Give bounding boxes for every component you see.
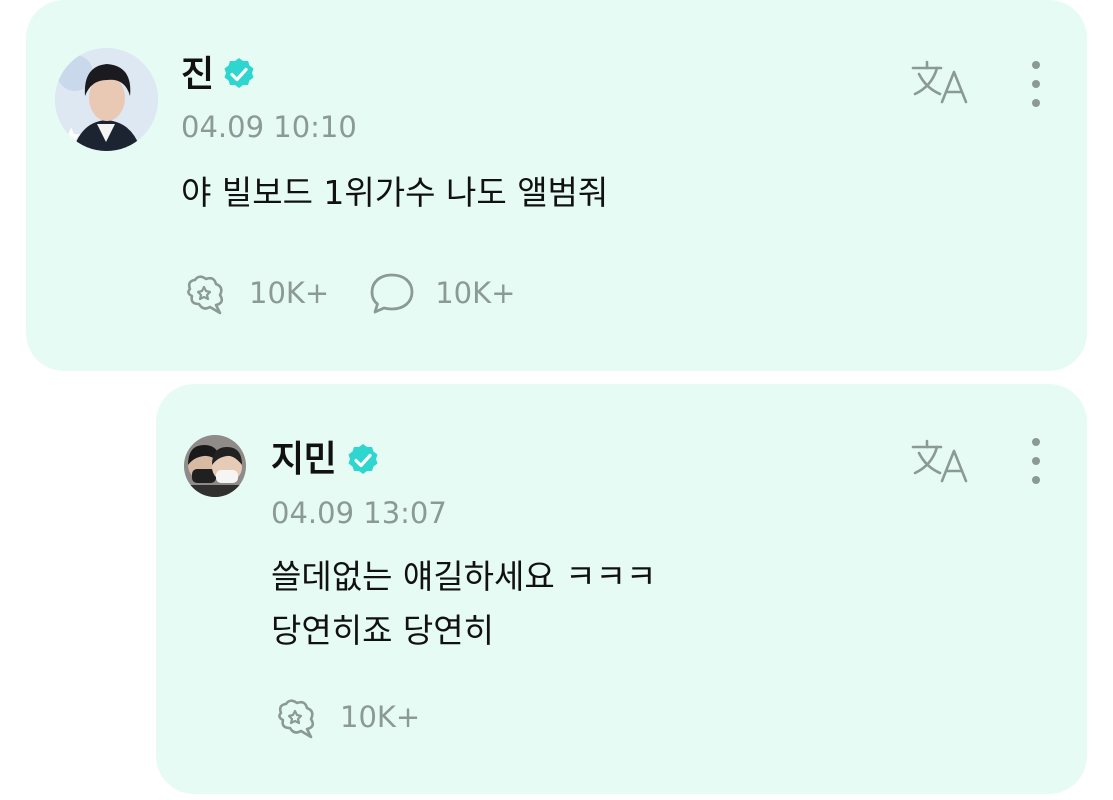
translate-icon[interactable] bbox=[910, 58, 970, 106]
comment-icon bbox=[370, 273, 414, 314]
reply-author-name[interactable]: 지민 bbox=[271, 442, 337, 478]
like-icon bbox=[187, 275, 224, 315]
reply-like-count: 10K+ bbox=[340, 699, 421, 734]
more-options-icon[interactable] bbox=[1028, 436, 1044, 486]
comment-count: 10K+ bbox=[435, 275, 516, 310]
like-icon bbox=[278, 699, 315, 739]
reply-actions: 10K+ bbox=[272, 692, 458, 742]
reply-body: 쓸데없는 얘길하세요 ㅋㅋㅋ 당연히죠 당연히 bbox=[271, 557, 657, 650]
verified-badge-icon bbox=[224, 58, 254, 88]
author-name[interactable]: 진 bbox=[181, 57, 214, 93]
reply-card: 지민 04.09 13:07 쓸데없는 얘길하세요 ㅋㅋㅋ 당연히죠 당연히 1… bbox=[156, 384, 1087, 794]
comment-button[interactable]: 10K+ bbox=[367, 268, 515, 318]
translate-icon[interactable] bbox=[910, 437, 970, 485]
reply-like-button[interactable]: 10K+ bbox=[272, 692, 420, 742]
like-count: 10K+ bbox=[249, 275, 330, 310]
reply-author-avatar[interactable] bbox=[184, 435, 246, 497]
post-actions: 10K+ 10K+ bbox=[181, 268, 553, 318]
author-avatar[interactable] bbox=[55, 48, 158, 151]
reply-timestamp: 04.09 13:07 bbox=[271, 496, 447, 530]
post-timestamp: 04.09 10:10 bbox=[181, 110, 357, 144]
post-card: 진 04.09 10:10 야 빌보드 1위가수 나도 앨범줘 10K+ 10K… bbox=[26, 0, 1087, 371]
more-options-icon[interactable] bbox=[1028, 59, 1044, 109]
post-body: 야 빌보드 1위가수 나도 앨범줘 bbox=[181, 173, 609, 212]
verified-badge-icon bbox=[348, 444, 378, 474]
like-button[interactable]: 10K+ bbox=[181, 268, 329, 318]
